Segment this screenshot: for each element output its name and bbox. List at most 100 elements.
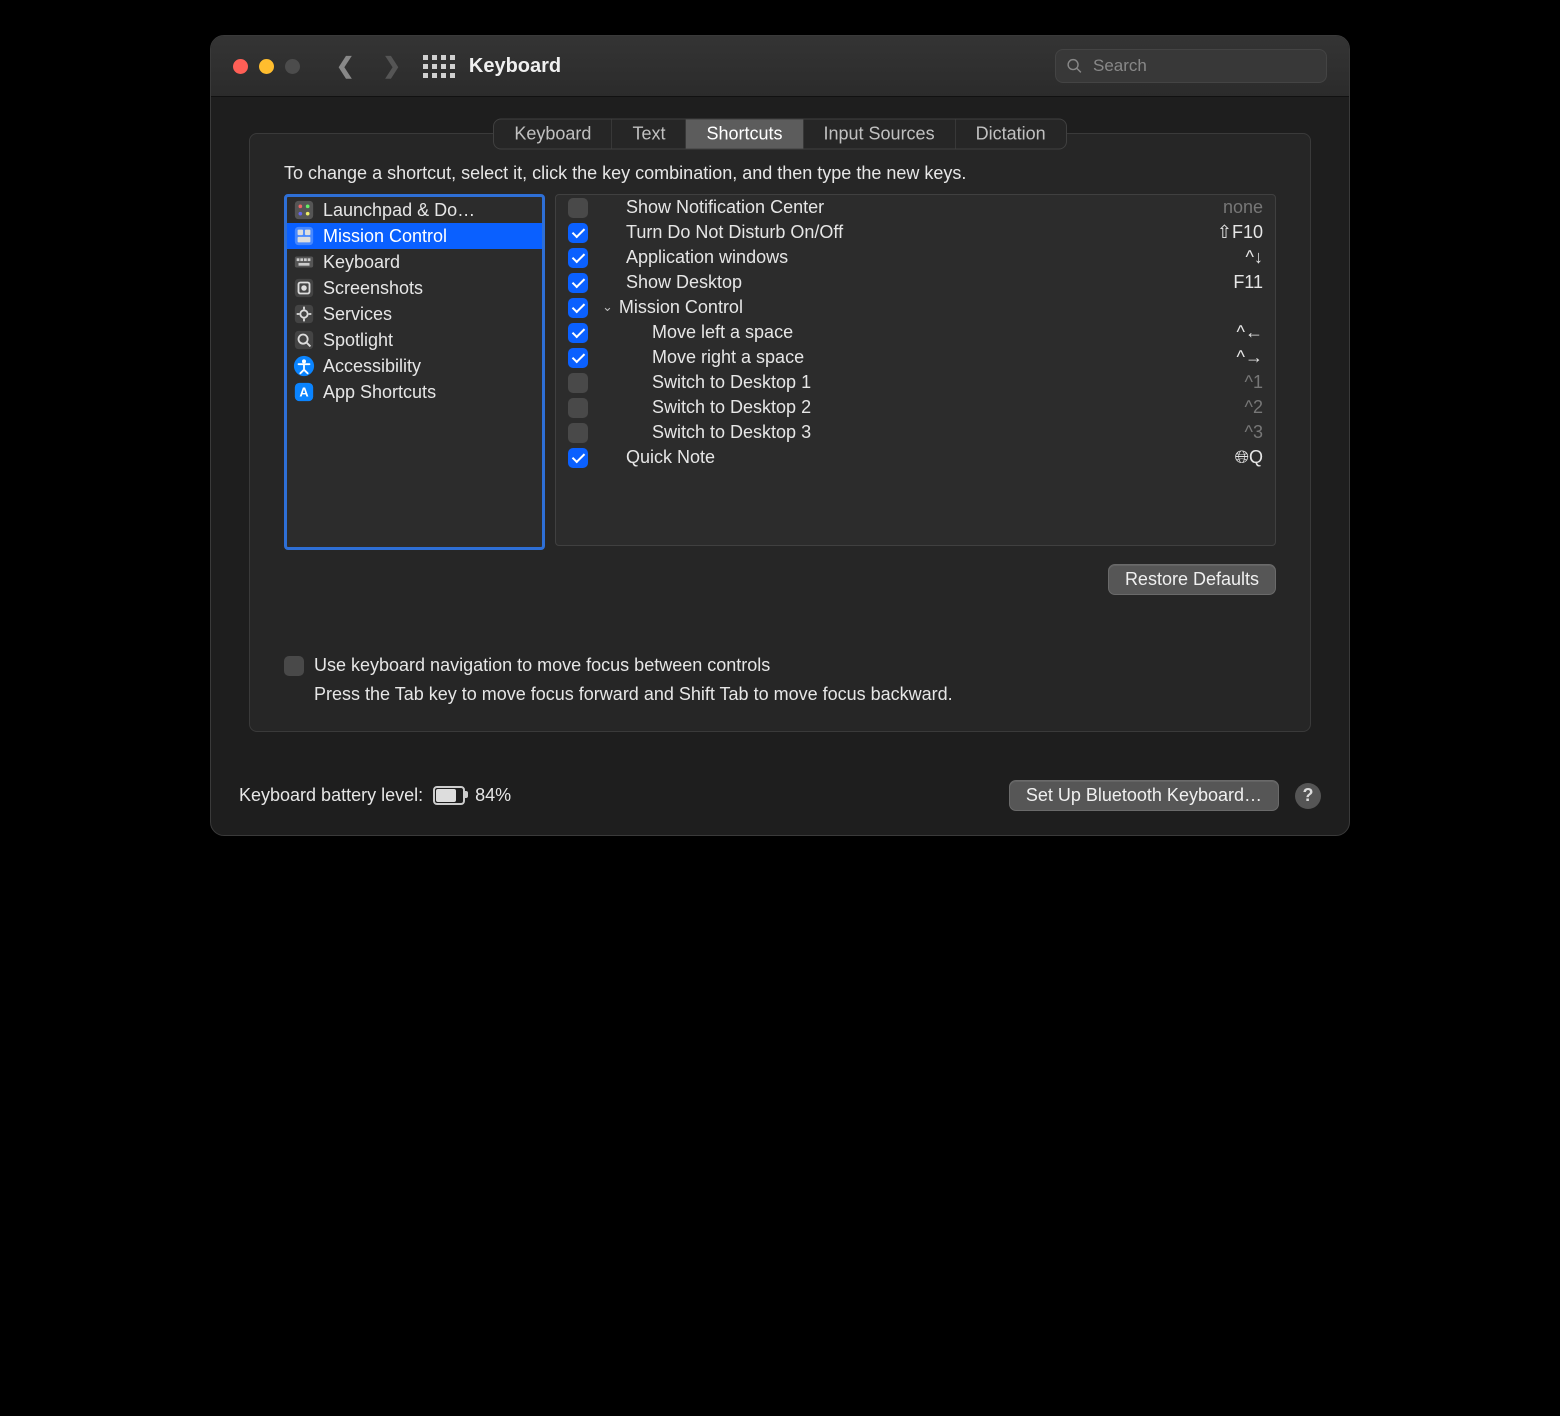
- setup-bluetooth-button[interactable]: Set Up Bluetooth Keyboard…: [1009, 780, 1279, 811]
- shortcut-key[interactable]: ^2: [1245, 397, 1263, 418]
- shortcut-label: Switch to Desktop 2: [602, 397, 1245, 418]
- shortcut-label: Show Desktop: [602, 272, 1233, 293]
- nav-buttons: ❮ ❯: [336, 53, 401, 79]
- search-field[interactable]: [1055, 49, 1327, 83]
- mission-icon: [293, 225, 315, 247]
- shortcut-key[interactable]: ^→: [1237, 347, 1263, 368]
- disclosure-icon[interactable]: ⌄: [602, 299, 613, 315]
- category-label: Launchpad & Do…: [323, 200, 475, 221]
- category-list[interactable]: Launchpad & Do… Mission Control Keyboard Sc…: [284, 194, 545, 550]
- category-label: Services: [323, 304, 392, 325]
- shortcut-label: ⌄Mission Control: [602, 297, 1263, 318]
- shortcut-label: Show Notification Center: [602, 197, 1223, 218]
- shortcut-row[interactable]: Move right a space^→: [556, 345, 1275, 370]
- shortcut-row[interactable]: Turn Do Not Disturb On/Off⇧F10: [556, 220, 1275, 245]
- shortcut-key[interactable]: ^3: [1245, 422, 1263, 443]
- preferences-window: ❮ ❯ Keyboard KeyboardTextShortcutsInput …: [210, 35, 1350, 836]
- show-all-icon[interactable]: [423, 55, 455, 78]
- category-label: Keyboard: [323, 252, 400, 273]
- shortcut-checkbox[interactable]: [568, 348, 588, 368]
- instruction-text: To change a shortcut, select it, click t…: [284, 163, 1276, 184]
- shortcut-key[interactable]: ^↓: [1246, 247, 1263, 268]
- restore-defaults-button[interactable]: Restore Defaults: [1108, 564, 1276, 595]
- category-spotlight[interactable]: Spotlight: [287, 327, 542, 353]
- keyboard-navigation-label: Use keyboard navigation to move focus be…: [314, 655, 770, 676]
- titlebar: ❮ ❯ Keyboard: [211, 36, 1349, 97]
- spotlight-icon: [293, 329, 315, 351]
- screenshot-icon: [293, 277, 315, 299]
- battery-icon: [433, 786, 465, 805]
- zoom-button[interactable]: [285, 59, 300, 74]
- shortcut-row[interactable]: Quick Note🌐︎Q: [556, 445, 1275, 470]
- shortcut-checkbox[interactable]: [568, 323, 588, 343]
- panel: KeyboardTextShortcutsInput SourcesDictat…: [249, 133, 1311, 732]
- shortcut-checkbox[interactable]: [568, 373, 588, 393]
- category-label: Screenshots: [323, 278, 423, 299]
- search-input[interactable]: [1091, 55, 1316, 77]
- shortcut-key[interactable]: ^←: [1237, 322, 1263, 343]
- launchpad-icon: [293, 199, 315, 221]
- category-gear[interactable]: Services: [287, 301, 542, 327]
- shortcut-label: Move left a space: [602, 322, 1237, 343]
- shortcut-label: Switch to Desktop 3: [602, 422, 1245, 443]
- window-title: Keyboard: [469, 55, 561, 78]
- svg-text:A: A: [299, 385, 308, 400]
- tab-shortcuts[interactable]: Shortcuts: [686, 120, 803, 149]
- gear-icon: [293, 303, 315, 325]
- shortcut-label: Turn Do Not Disturb On/Off: [602, 222, 1217, 243]
- shortcut-row[interactable]: Application windows^↓: [556, 245, 1275, 270]
- shortcut-label: Move right a space: [602, 347, 1237, 368]
- shortcut-checkbox[interactable]: [568, 273, 588, 293]
- keyboard-navigation-sub: Press the Tab key to move focus forward …: [314, 684, 1276, 705]
- shortcut-row[interactable]: Move left a space^←: [556, 320, 1275, 345]
- tabs-container: KeyboardTextShortcutsInput SourcesDictat…: [250, 119, 1310, 150]
- forward-button[interactable]: ❯: [382, 53, 400, 79]
- shortcut-row[interactable]: Show Notification Centernone: [556, 195, 1275, 220]
- shortcut-checkbox[interactable]: [568, 398, 588, 418]
- shortcut-checkbox[interactable]: [568, 198, 588, 218]
- keyboard-icon: [293, 251, 315, 273]
- shortcut-checkbox[interactable]: [568, 298, 588, 318]
- shortcut-key[interactable]: ⇧F10: [1217, 222, 1263, 243]
- category-label: Mission Control: [323, 226, 447, 247]
- category-screenshot[interactable]: Screenshots: [287, 275, 542, 301]
- shortcut-checkbox[interactable]: [568, 423, 588, 443]
- close-button[interactable]: [233, 59, 248, 74]
- shortcut-checkbox[interactable]: [568, 448, 588, 468]
- shortcut-key[interactable]: F11: [1233, 272, 1263, 293]
- back-button[interactable]: ❮: [336, 53, 354, 79]
- shortcut-row[interactable]: ⌄Mission Control: [556, 295, 1275, 320]
- battery-percent: 84%: [475, 785, 511, 806]
- content: KeyboardTextShortcutsInput SourcesDictat…: [211, 97, 1349, 762]
- shortcut-label: Quick Note: [602, 447, 1235, 468]
- tab-input-sources[interactable]: Input Sources: [804, 120, 956, 149]
- category-keyboard[interactable]: Keyboard: [287, 249, 542, 275]
- shortcut-key[interactable]: 🌐︎Q: [1235, 447, 1263, 468]
- shortcut-label: Switch to Desktop 1: [602, 372, 1245, 393]
- shortcut-checkbox[interactable]: [568, 248, 588, 268]
- category-label: App Shortcuts: [323, 382, 436, 403]
- help-button[interactable]: ?: [1295, 783, 1321, 809]
- category-label: Spotlight: [323, 330, 393, 351]
- shortcut-row[interactable]: Switch to Desktop 3^3: [556, 420, 1275, 445]
- shortcut-row[interactable]: Switch to Desktop 2^2: [556, 395, 1275, 420]
- category-launchpad[interactable]: Launchpad & Do…: [287, 197, 542, 223]
- category-mission[interactable]: Mission Control: [287, 223, 542, 249]
- app-icon: A: [293, 381, 315, 403]
- shortcuts-list[interactable]: Show Notification CenternoneTurn Do Not …: [555, 194, 1276, 546]
- tab-keyboard[interactable]: Keyboard: [494, 120, 612, 149]
- battery-label: Keyboard battery level:: [239, 785, 423, 806]
- tab-dictation[interactable]: Dictation: [956, 120, 1066, 149]
- category-label: Accessibility: [323, 356, 421, 377]
- shortcut-key[interactable]: ^1: [1245, 372, 1263, 393]
- minimize-button[interactable]: [259, 59, 274, 74]
- shortcut-key[interactable]: none: [1223, 197, 1263, 218]
- shortcut-row[interactable]: Switch to Desktop 1^1: [556, 370, 1275, 395]
- category-app[interactable]: A App Shortcuts: [287, 379, 542, 405]
- shortcut-row[interactable]: Show DesktopF11: [556, 270, 1275, 295]
- tab-text[interactable]: Text: [612, 120, 686, 149]
- keyboard-navigation-checkbox[interactable]: [284, 656, 304, 676]
- search-icon: [1066, 57, 1083, 75]
- category-accessibility[interactable]: Accessibility: [287, 353, 542, 379]
- shortcut-checkbox[interactable]: [568, 223, 588, 243]
